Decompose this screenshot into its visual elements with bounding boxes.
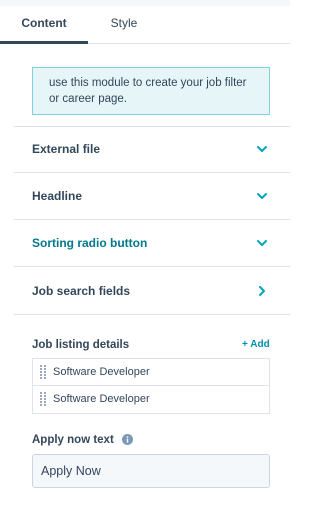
section-external-file[interactable]: External file bbox=[14, 126, 290, 172]
job-listing-list: Software Developer Software Developer bbox=[32, 358, 270, 414]
tab-style[interactable]: Style bbox=[88, 6, 160, 44]
add-job-listing-button[interactable]: + Add bbox=[242, 338, 270, 352]
tab-bar: Content Style bbox=[0, 6, 290, 44]
apply-now-text-input[interactable] bbox=[32, 454, 270, 488]
job-listing-label: Job listing details bbox=[32, 339, 130, 351]
list-item[interactable]: Software Developer bbox=[33, 359, 269, 386]
divider bbox=[14, 266, 290, 267]
section-sorting-radio-button[interactable]: Sorting radio button bbox=[14, 220, 290, 266]
divider bbox=[14, 314, 290, 315]
section-headline[interactable]: Headline bbox=[14, 173, 290, 219]
chevron-down-icon bbox=[257, 146, 267, 152]
tab-content[interactable]: Content bbox=[0, 6, 88, 44]
section-label: Headline bbox=[32, 189, 83, 203]
section-label: Job search fields bbox=[32, 284, 131, 298]
section-label: External file bbox=[32, 142, 101, 156]
module-notice: use this module to create your job filte… bbox=[32, 67, 270, 115]
chevron-right-icon bbox=[259, 286, 265, 296]
section-label: Sorting radio button bbox=[32, 236, 148, 250]
list-item[interactable]: Software Developer bbox=[33, 386, 269, 413]
list-item-label: Software Developer bbox=[53, 366, 150, 378]
list-item-label: Software Developer bbox=[53, 393, 150, 405]
chevron-down-icon bbox=[257, 193, 267, 199]
info-icon[interactable] bbox=[122, 434, 133, 445]
section-job-search-fields[interactable]: Job search fields bbox=[14, 268, 290, 314]
drag-handle-icon[interactable] bbox=[40, 392, 46, 407]
drag-handle-icon[interactable] bbox=[40, 365, 46, 380]
chevron-down-icon bbox=[257, 240, 267, 246]
apply-now-label: Apply now text bbox=[32, 434, 114, 446]
